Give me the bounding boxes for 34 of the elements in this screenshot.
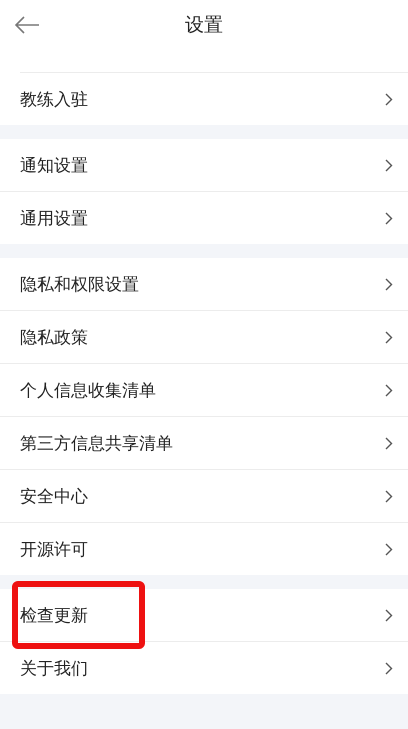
chevron-right-icon — [385, 158, 393, 172]
item-label: 开源许可 — [20, 538, 88, 560]
settings-item[interactable]: 个人信息收集清单 — [0, 364, 408, 417]
chevron-right-icon — [385, 92, 393, 106]
item-label: 第三方信息共享清单 — [20, 432, 173, 454]
back-arrow-icon[interactable] — [14, 16, 40, 34]
settings-item[interactable]: 隐私和权限设置 — [0, 258, 408, 311]
item-label: 通用设置 — [20, 208, 88, 230]
chevron-right-icon — [385, 330, 393, 344]
settings-item[interactable]: 开源许可 — [0, 523, 408, 575]
settings-item[interactable]: 隐私政策 — [0, 311, 408, 364]
settings-item[interactable]: 第三方信息共享清单 — [0, 417, 408, 470]
item-label: 安全中心 — [20, 486, 88, 508]
chevron-right-icon — [385, 436, 393, 450]
settings-item[interactable]: 通知设置 — [0, 139, 408, 192]
settings-item[interactable]: 安全中心 — [0, 470, 408, 523]
settings-item[interactable]: 通用设置 — [0, 192, 408, 244]
settings-item[interactable]: 关于我们 — [0, 642, 408, 694]
item-label: 通知设置 — [20, 154, 88, 176]
item-label: 检查更新 — [20, 604, 88, 626]
item-label: 关于我们 — [20, 658, 88, 680]
item-label: 隐私政策 — [20, 326, 88, 348]
chevron-right-icon — [385, 662, 393, 674]
item-label: 个人信息收集清单 — [20, 380, 156, 402]
chevron-right-icon — [385, 384, 393, 396]
settings-item[interactable]: 检查更新 — [0, 589, 408, 642]
chevron-right-icon — [385, 490, 393, 502]
item-label: 隐私和权限设置 — [20, 274, 139, 296]
chevron-right-icon — [385, 608, 393, 622]
chevron-right-icon — [385, 212, 393, 224]
item-label: 教练入驻 — [20, 88, 88, 110]
page-title: 设置 — [185, 13, 223, 38]
chevron-right-icon — [385, 278, 393, 290]
chevron-right-icon — [385, 542, 393, 556]
